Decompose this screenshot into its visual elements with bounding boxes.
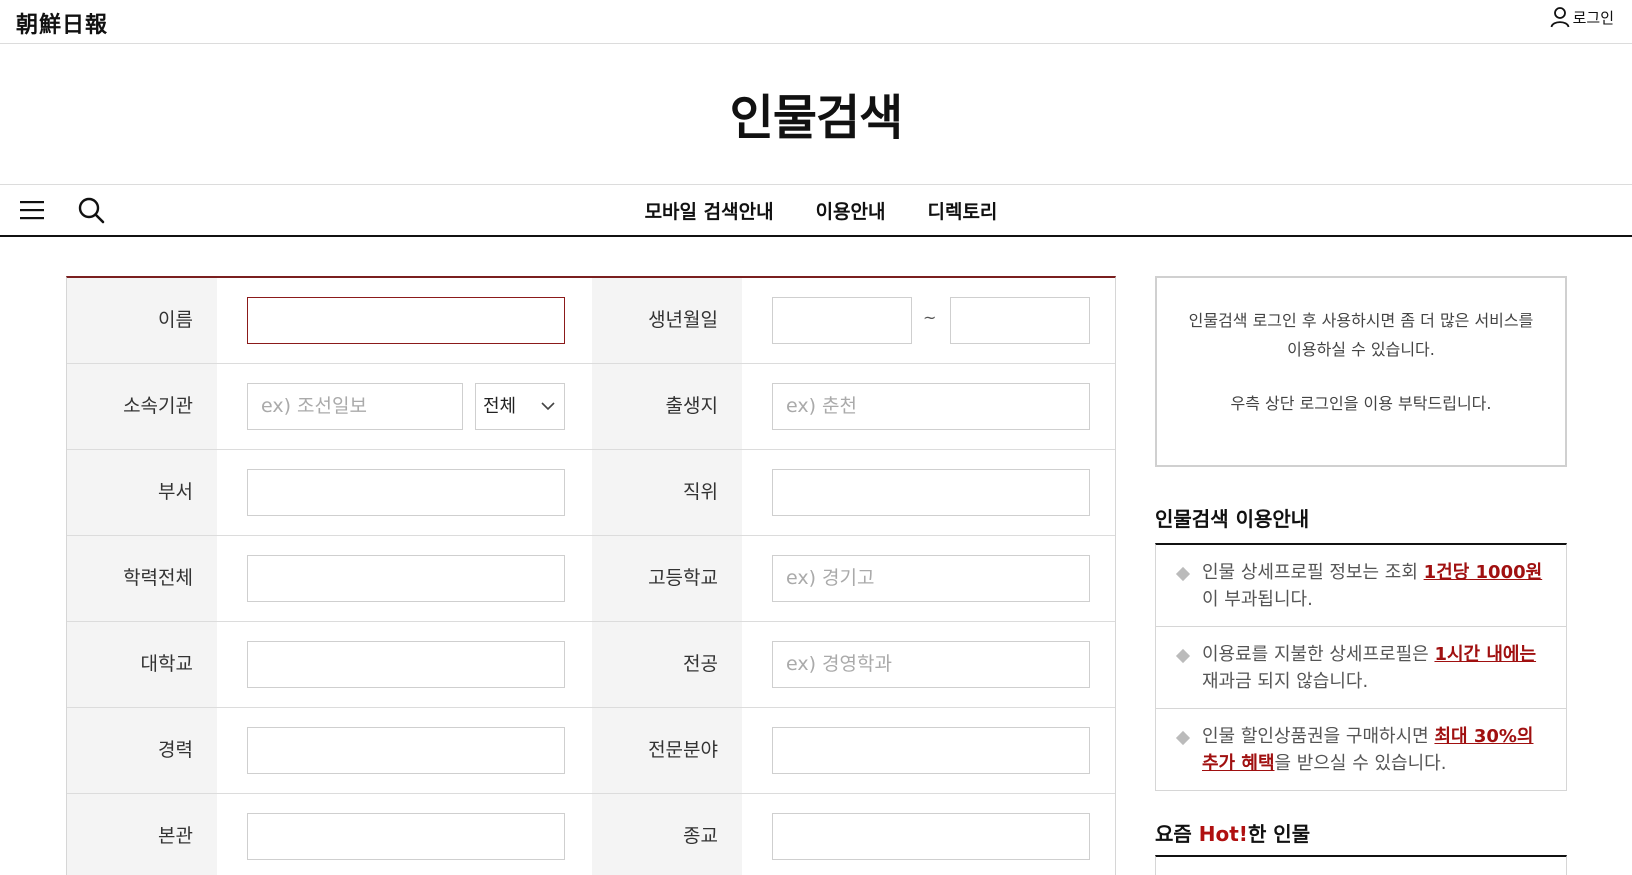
major-label: 전공 — [592, 622, 742, 707]
diamond-bullet-icon — [1175, 566, 1191, 582]
university-label: 대학교 — [67, 622, 217, 707]
guide-text: 이 부과됩니다. — [1202, 589, 1313, 610]
affiliation-select-value: 전체 — [483, 396, 517, 417]
affiliation-input[interactable]: ex) 조선일보 — [247, 383, 463, 430]
education-input[interactable] — [247, 555, 565, 602]
user-icon — [1550, 7, 1569, 28]
login-notice-line2: 이용하실 수 있습니다. — [1287, 340, 1435, 359]
name-input[interactable] — [247, 297, 565, 344]
career-label: 경력 — [67, 708, 217, 793]
hot-people-list — [1155, 855, 1567, 875]
affiliation-select[interactable]: 전체 — [475, 383, 565, 430]
nav-directory[interactable]: 디렉토리 — [927, 197, 997, 224]
form-row-affiliation: 소속기관 ex) 조선일보 전체 출생지 ex) 춘천 — [67, 364, 1115, 450]
form-row-career: 경력 전문분야 — [67, 708, 1115, 794]
origin-input[interactable] — [247, 813, 565, 860]
guide-item: 인물 할인상품권을 구매하시면 최대 30%의 추가 혜택을 받으실 수 있습니… — [1156, 709, 1566, 791]
page-title: 인물검색 — [729, 90, 904, 146]
person-search-form: 이름 생년월일 ~ 소속기관 ex) 조선일보 전체 출생지 ex) 춘천 부서… — [66, 276, 1116, 875]
department-label: 부서 — [67, 450, 217, 535]
login-link[interactable]: 로그인 — [1550, 6, 1614, 28]
birthplace-label: 출생지 — [592, 364, 742, 449]
highschool-input[interactable]: ex) 경기고 — [772, 555, 1090, 602]
login-notice-line1: 인물검색 로그인 후 사용하시면 좀 더 많은 서비스를 — [1188, 311, 1534, 330]
guide-text: 이용료를 지불한 상세프로필은 — [1202, 644, 1435, 665]
guide-text: 을 받으실 수 있습니다. — [1274, 753, 1447, 774]
religion-label: 종교 — [592, 794, 742, 875]
birthdate-to-input[interactable] — [950, 297, 1090, 344]
origin-label: 본관 — [67, 794, 217, 875]
nav-mobile-search-guide[interactable]: 모바일 검색안내 — [645, 197, 774, 224]
nav-usage-guide[interactable]: 이용안내 — [816, 197, 886, 224]
affiliation-label: 소속기관 — [67, 364, 217, 449]
education-label: 학력전체 — [67, 536, 217, 621]
nav-bar: 모바일 검색안내 이용안내 디렉토리 — [0, 184, 1632, 237]
guide-highlight: 1건당 1000원 — [1423, 562, 1543, 583]
form-row-origin: 본관 종교 — [67, 794, 1115, 875]
specialty-label: 전문분야 — [592, 708, 742, 793]
form-row-education: 학력전체 고등학교 ex) 경기고 — [67, 536, 1115, 622]
hot-people-heading: 요즘 Hot!한 인물 — [1155, 818, 1310, 847]
nav-menu: 모바일 검색안내 이용안내 디렉토리 — [0, 185, 1632, 236]
guide-text: 인물 상세프로필 정보는 조회 — [1202, 562, 1424, 583]
site-logo[interactable]: 朝鮮日報 — [16, 7, 108, 39]
form-row-department: 부서 직위 — [67, 450, 1115, 536]
guide-text: 인물 할인상품권을 구매하시면 — [1202, 726, 1435, 747]
diamond-bullet-icon — [1175, 730, 1191, 746]
position-input[interactable] — [772, 469, 1090, 516]
diamond-bullet-icon — [1175, 648, 1191, 664]
guide-text: 재과금 되지 않습니다. — [1202, 671, 1369, 692]
login-notice-line3: 우측 상단 로그인을 이용 부탁드립니다. — [1230, 394, 1492, 413]
hot-heading-text: 한 인물 — [1247, 822, 1311, 846]
birthplace-input[interactable]: ex) 춘천 — [772, 383, 1090, 430]
usage-guide-list: 인물 상세프로필 정보는 조회 1건당 1000원이 부과됩니다. 이용료를 지… — [1155, 543, 1567, 791]
major-input[interactable]: ex) 경영학과 — [772, 641, 1090, 688]
birthdate-label: 생년월일 — [592, 278, 742, 363]
religion-input[interactable] — [772, 813, 1090, 860]
career-input[interactable] — [247, 727, 565, 774]
top-bar: 朝鮮日報 로그인 — [0, 0, 1632, 44]
name-label: 이름 — [67, 278, 217, 363]
hot-heading-text: 요즘 — [1155, 822, 1199, 846]
position-label: 직위 — [592, 450, 742, 535]
specialty-input[interactable] — [772, 727, 1090, 774]
hot-heading-accent: Hot! — [1198, 822, 1248, 846]
date-separator: ~ — [923, 308, 937, 327]
guide-item: 이용료를 지불한 상세프로필은 1시간 내에는 재과금 되지 않습니다. — [1156, 627, 1566, 709]
chevron-down-icon — [541, 402, 555, 411]
login-label: 로그인 — [1572, 8, 1614, 27]
form-row-name: 이름 생년월일 ~ — [67, 278, 1115, 364]
highschool-label: 고등학교 — [592, 536, 742, 621]
university-input[interactable] — [247, 641, 565, 688]
guide-highlight: 1시간 내에는 — [1434, 644, 1537, 665]
form-row-university: 대학교 전공 ex) 경영학과 — [67, 622, 1115, 708]
birthdate-from-input[interactable] — [772, 297, 912, 344]
usage-guide-heading: 인물검색 이용안내 — [1155, 507, 1310, 531]
login-notice-box: 인물검색 로그인 후 사용하시면 좀 더 많은 서비스를 이용하실 수 있습니다… — [1155, 276, 1567, 467]
guide-item: 인물 상세프로필 정보는 조회 1건당 1000원이 부과됩니다. — [1156, 545, 1566, 627]
department-input[interactable] — [247, 469, 565, 516]
